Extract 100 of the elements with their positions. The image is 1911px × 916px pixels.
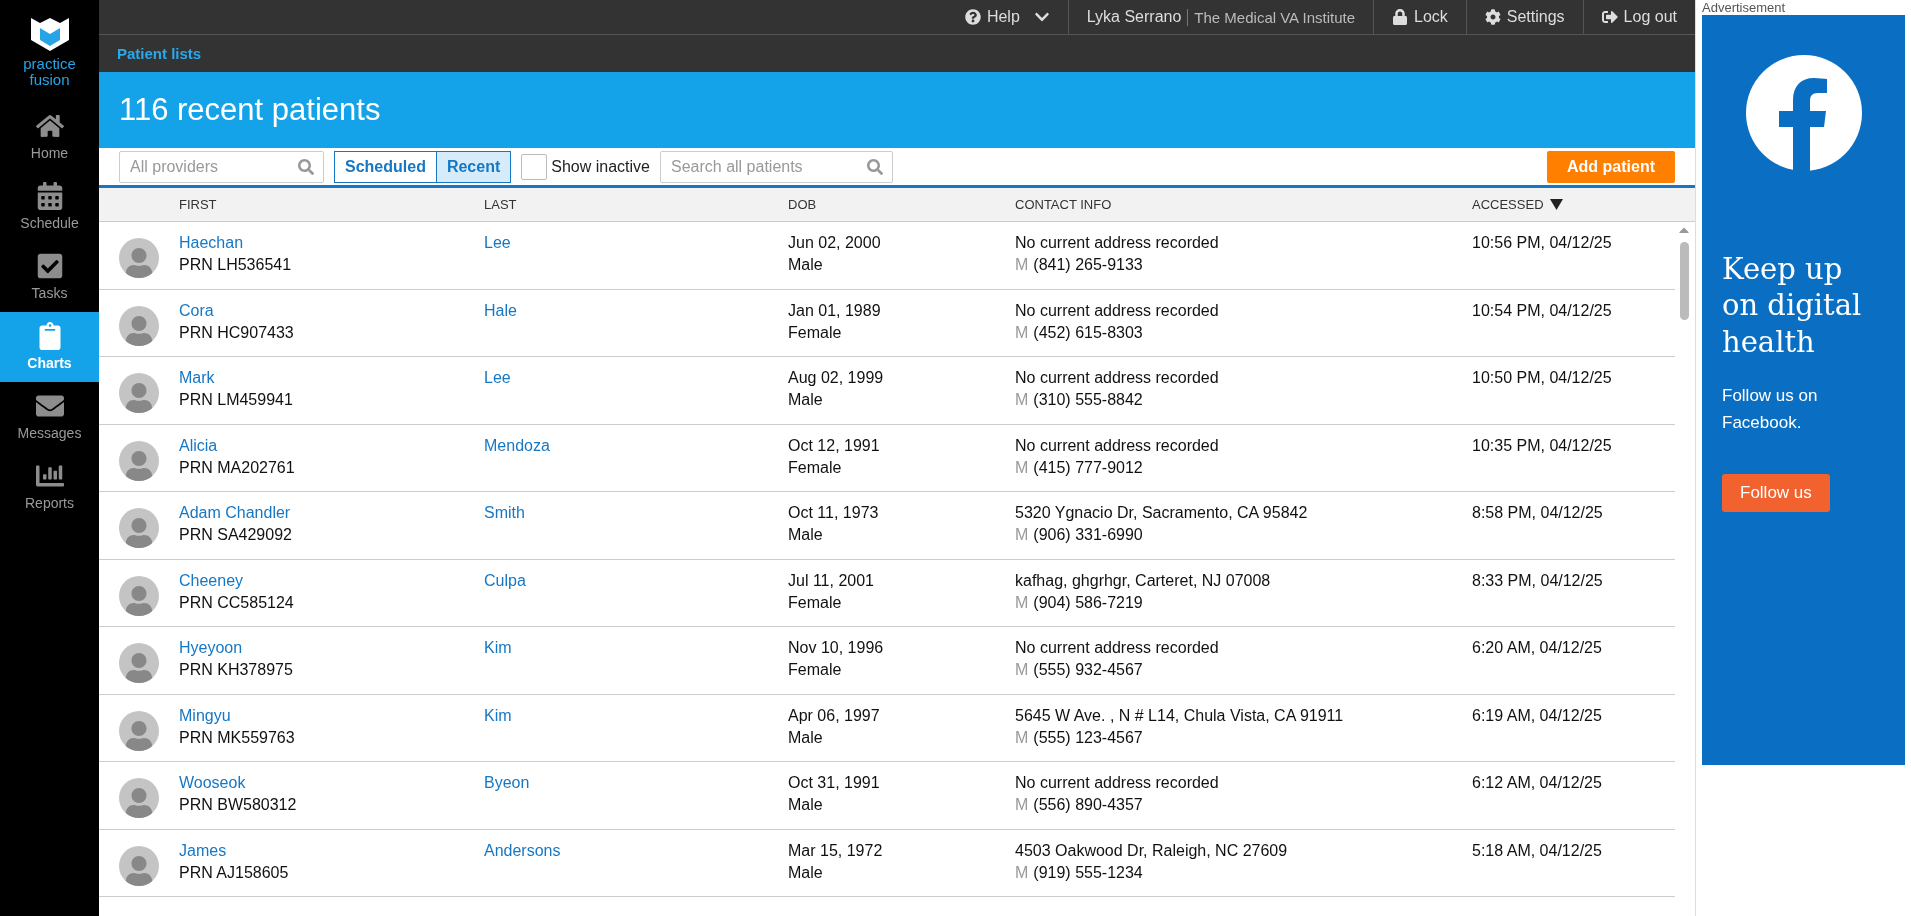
phone-text: (904) 586-7219 <box>1033 593 1143 612</box>
accessed-text: 10:56 PM, 04/12/25 <box>1472 234 1613 252</box>
phone-type-label: M <box>1015 661 1029 679</box>
first-name-link[interactable]: Hyeyoon <box>179 639 484 657</box>
dob-text: Aug 02, 1999 <box>788 369 885 387</box>
avatar-silhouette <box>119 575 159 616</box>
dob-text: Jul 11, 2001 <box>788 571 875 590</box>
facebook-logo-icon <box>1745 55 1862 171</box>
ad-banner[interactable]: Keep up on digital health Follow us on Facebook. Follow us <box>1702 15 1905 765</box>
toggle-button[interactable]: Recent <box>435 151 511 182</box>
logo-text: practice fusion <box>22 56 77 88</box>
column-header[interactable]: LAST <box>484 197 788 212</box>
address-text: No current address recorded <box>1015 234 1220 252</box>
last-name-link[interactable]: Hale <box>484 301 788 320</box>
address-text: No current address recorded <box>1015 369 1220 387</box>
phone-type-label: M <box>1015 728 1029 747</box>
sort-arrow-icon <box>1549 199 1563 210</box>
prn-text: PRN MA202761 <box>179 458 296 477</box>
column-header[interactable]: FIRST <box>179 197 484 212</box>
prn-text: PRN HC907433 <box>179 323 295 342</box>
first-name-link[interactable]: Haechan <box>179 234 484 252</box>
phone-type-label: M <box>1015 863 1029 882</box>
lock-link[interactable]: Lock <box>1373 0 1466 34</box>
nav-item[interactable]: Charts <box>0 311 99 382</box>
phone-text: (452) 615-8303 <box>1033 323 1143 342</box>
first-name-link[interactable]: Mark <box>179 369 484 387</box>
address-text: 5645 W Ave. , N # L14, Chula Vista, CA 91911 <box>1015 706 1345 725</box>
help-menu[interactable]: Help <box>946 0 1068 34</box>
prn-text: PRN SA429092 <box>179 526 293 544</box>
first-name-link[interactable]: James <box>179 841 484 860</box>
last-name-link[interactable]: Smith <box>484 504 788 522</box>
logo-icon <box>28 16 71 52</box>
accessed-text: 10:35 PM, 04/12/25 <box>1472 436 1613 455</box>
sex-text: Male <box>788 391 824 409</box>
phone-text: (556) 890-4357 <box>1033 796 1143 814</box>
sex-text: Male <box>788 863 824 882</box>
nav-item[interactable]: Schedule <box>0 171 99 242</box>
phone-type-label: M <box>1015 796 1029 814</box>
ad-headline: Keep up on digital health <box>1722 251 1863 360</box>
last-name-link[interactable]: Lee <box>484 234 788 252</box>
column-header[interactable]: CONTACT INFO <box>1015 197 1472 212</box>
last-name-link[interactable]: Mendoza <box>484 436 788 455</box>
help-label: Help <box>986 8 1020 26</box>
last-name-link[interactable]: Kim <box>484 706 788 725</box>
nav-item[interactable]: Tasks <box>0 241 99 312</box>
avatar-silhouette <box>119 305 159 346</box>
provider-field[interactable]: All providers <box>119 150 324 183</box>
phone-type-label: M <box>1015 458 1029 477</box>
first-name-link[interactable]: Alicia <box>179 436 484 455</box>
sex-text: Female <box>788 593 843 612</box>
phone-text: (310) 555-8842 <box>1033 391 1143 409</box>
lock-label: Lock <box>1414 8 1448 26</box>
first-name-link[interactable]: Adam Chandler <box>179 504 484 522</box>
last-name-link[interactable]: Byeon <box>484 774 788 792</box>
column-header[interactable]: DOB <box>788 197 1015 212</box>
last-name-link[interactable]: Culpa <box>484 571 788 590</box>
nav-item[interactable]: Messages <box>0 381 99 452</box>
prn-text: PRN CC585124 <box>179 593 295 612</box>
patient-lists-tab[interactable]: Patient lists <box>117 45 202 62</box>
avatar-silhouette <box>119 440 159 481</box>
first-name-link[interactable]: Wooseok <box>179 774 484 792</box>
avatar-silhouette <box>119 238 159 278</box>
nav-item[interactable]: Reports <box>0 451 99 522</box>
patient-search-field[interactable]: Search all patients <box>660 150 893 183</box>
ad-text: Follow us on Facebook. <box>1722 384 1819 434</box>
home-icon <box>35 112 64 140</box>
address-text: 5320 Ygnacio Dr, Sacramento, CA 95842 <box>1015 504 1309 522</box>
logout-label: Log out <box>1623 8 1677 26</box>
dob-text: Oct 12, 1991 <box>788 436 881 455</box>
dob-text: Apr 06, 1997 <box>788 706 881 725</box>
last-name-link[interactable]: Kim <box>484 639 788 657</box>
first-name-link[interactable]: Cheeney <box>179 571 484 590</box>
logout-link[interactable]: Log out <box>1582 0 1695 34</box>
accessed-text: 10:50 PM, 04/12/25 <box>1472 369 1613 387</box>
first-name-link[interactable]: Cora <box>179 301 484 320</box>
scrollbar-thumb[interactable] <box>1679 242 1689 320</box>
avatar-silhouette <box>119 710 159 751</box>
phone-text: (555) 932-4567 <box>1033 661 1143 679</box>
sex-text: Female <box>788 661 843 679</box>
organization-name: The Medical VA Institute <box>1187 8 1355 26</box>
accessed-text: 6:12 AM, 04/12/25 <box>1472 774 1603 792</box>
last-name-link[interactable]: Lee <box>484 369 788 387</box>
avatar-silhouette <box>119 373 159 413</box>
accessed-text: 6:19 AM, 04/12/25 <box>1472 706 1603 725</box>
settings-link[interactable]: Settings <box>1465 0 1583 34</box>
avatar-silhouette <box>119 508 159 548</box>
nav-item[interactable]: Home <box>0 101 99 172</box>
phone-type-label: M <box>1015 256 1029 274</box>
column-header[interactable]: ACCESSED <box>1472 197 1695 212</box>
first-name-link[interactable]: Mingyu <box>179 706 484 725</box>
dob-text: Jan 01, 1989 <box>788 301 882 320</box>
phone-text: (555) 123-4567 <box>1033 728 1143 747</box>
follow-button[interactable]: Follow us <box>1722 474 1830 513</box>
sex-text: Male <box>788 526 824 544</box>
accessed-text: 8:33 PM, 04/12/25 <box>1472 571 1604 590</box>
checkbox[interactable] <box>521 153 548 180</box>
add-patient-button[interactable]: Add patient <box>1547 150 1675 183</box>
calendar-icon <box>35 182 64 210</box>
dob-text: Nov 10, 1996 <box>788 639 885 657</box>
last-name-link[interactable]: Andersons <box>484 841 788 860</box>
